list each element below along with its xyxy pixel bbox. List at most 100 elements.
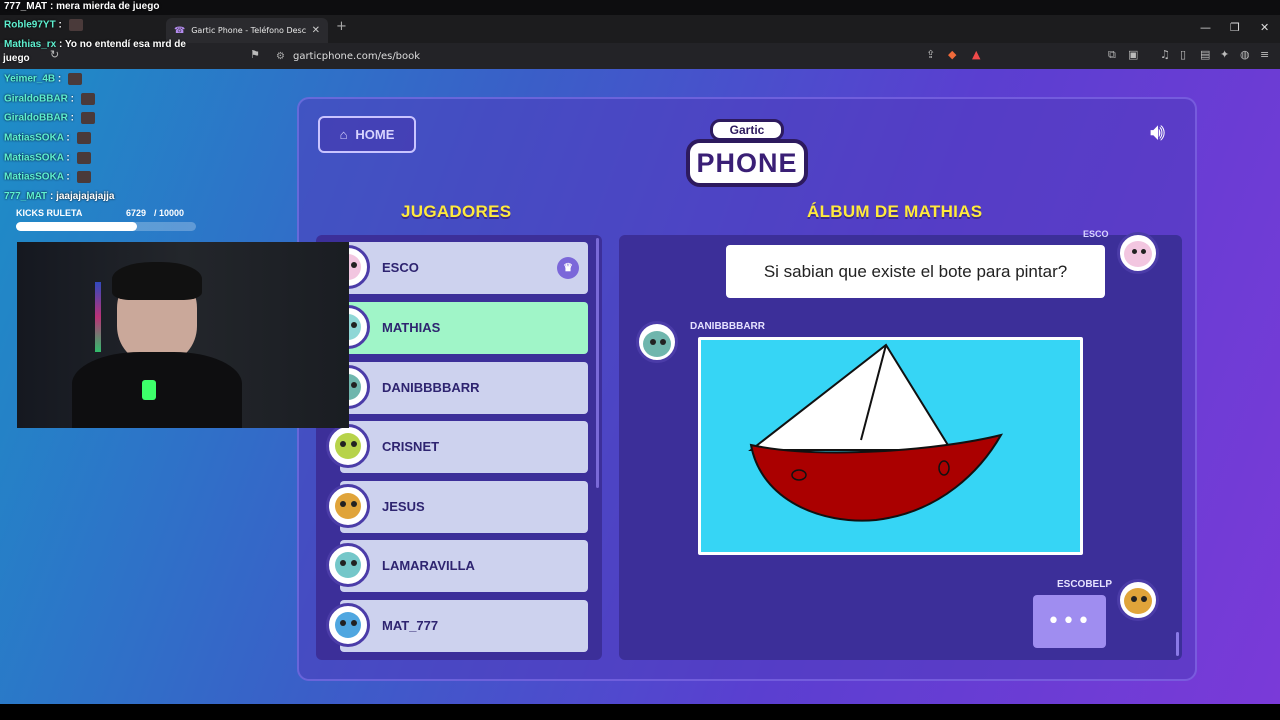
bookmark-icon[interactable]: ⚑ [250, 48, 260, 61]
chat-emote-icon [76, 152, 91, 164]
share-icon[interactable]: ⇪ [926, 48, 935, 61]
avatar-eye [351, 441, 357, 447]
avatar-eye [351, 501, 357, 507]
avatar-eye [351, 382, 357, 388]
avatar-eye [351, 262, 357, 268]
avatar-face [335, 433, 361, 459]
kicks-current: 6729 [126, 208, 147, 218]
screen: 777_MAT : mera mierda de juego ☎ Gartic … [0, 0, 1280, 720]
chat-separator: : [55, 73, 65, 85]
stream-top-bar [0, 0, 1280, 15]
chat-user: MatiasSOKA [4, 132, 64, 144]
chat-emote-icon [68, 73, 83, 85]
avatar-eye [351, 620, 357, 626]
avatar-face [335, 612, 361, 638]
minimize-icon[interactable]: — [1200, 21, 1211, 34]
sidebar-icon[interactable]: ▯ [1180, 48, 1186, 61]
kicks-goal: / 10000 [154, 208, 185, 218]
player-avatar [326, 424, 370, 468]
esco-avatar [1117, 232, 1159, 274]
bottom-bar [0, 704, 1280, 720]
maximize-icon[interactable]: ❐ [1230, 21, 1240, 34]
player-row[interactable]: ESCO ♛ [326, 242, 588, 294]
players-title: JUGADORES [401, 202, 512, 221]
player-row[interactable]: MAT_777 [326, 600, 588, 652]
home-label: HOME [355, 127, 395, 142]
album-title: ÁLBUM DE MATHIAS [807, 202, 983, 221]
chat-message: GiraldoBBAR : [4, 112, 95, 124]
player-row[interactable]: JESUS [326, 481, 588, 533]
chat-separator: : [63, 171, 73, 183]
brave-shield-icon[interactable]: ◆ [948, 48, 956, 61]
chat-separator: : [47, 191, 57, 202]
chat-user: MatiasSOKA [4, 152, 64, 164]
kicks-progress-bar [16, 222, 196, 231]
chat-emote-icon [76, 132, 91, 144]
player-avatar [326, 484, 370, 528]
avatar-eye [340, 501, 346, 507]
boat-drawing [748, 343, 1004, 522]
rewards-icon[interactable]: ▲ [972, 48, 980, 61]
kicks-ruleta-widget: KICKS RULETA 6729 / 10000 [16, 208, 196, 231]
chat-message: MatiasSOKA : [4, 132, 91, 144]
player-name: CRISNET [382, 439, 440, 454]
avatar-face [335, 552, 361, 578]
player-row[interactable]: DANIBBBBARR [326, 362, 588, 414]
chat-message: 777_MAT : jaajajajajajja [4, 191, 114, 202]
player-row[interactable]: MATHIAS [326, 302, 588, 354]
new-tab-icon[interactable]: + [336, 19, 347, 34]
player-avatar [326, 603, 370, 647]
chat-emote-icon [68, 19, 83, 31]
screenshot-icon[interactable]: ▣ [1128, 48, 1138, 61]
chat-user: Yeimer_4B [4, 73, 56, 85]
escobelp-avatar [1117, 579, 1159, 621]
chat-text: Yo no entendí esa mrd de [64, 39, 186, 50]
player-name: DANIBBBBARR [382, 380, 480, 395]
chat-emote-icon [80, 112, 95, 124]
sound-toggle-icon[interactable]: 🔊︎ [1150, 118, 1165, 146]
gartic-favicon-icon: ☎ [174, 25, 186, 36]
chat-separator: : [63, 152, 73, 164]
avatar-eye [340, 560, 346, 566]
players-scrollbar[interactable] [596, 238, 599, 488]
next-author-name: ESCOBELP [1057, 579, 1113, 590]
address-bar[interactable]: ⚙ garticphone.com/es/book [268, 47, 992, 66]
chat-user: GiraldoBBAR [4, 93, 68, 105]
chat-text: jaajajajajajja [56, 191, 115, 202]
leo-icon[interactable]: ✦ [1220, 48, 1229, 61]
kicks-label: KICKS RULETA [16, 208, 83, 218]
chat-separator: : [55, 19, 65, 31]
avatar-eye [340, 620, 346, 626]
player-row[interactable]: CRISNET [326, 421, 588, 473]
site-info-icon[interactable]: ⚙ [276, 51, 285, 62]
close-window-icon[interactable]: ✕ [1260, 21, 1269, 34]
album-scrollbar[interactable] [1176, 632, 1179, 656]
extensions-icon[interactable]: ⧉ [1108, 48, 1116, 62]
player-name: MAT_777 [382, 618, 439, 633]
chat-emote-icon [80, 93, 95, 105]
player-row[interactable]: LAMARAVILLA [326, 540, 588, 592]
browser-tab[interactable]: ☎ Gartic Phone - Teléfono Descom… ✕ [166, 18, 328, 43]
chat-separator: : [56, 39, 65, 50]
player-avatar [326, 543, 370, 587]
chat-message: MatiasSOKA : [4, 152, 91, 164]
chat-message: MatiasSOKA : [4, 171, 91, 183]
kicks-progress-fill [16, 222, 137, 231]
phrase-author-name: ESCO [1083, 229, 1109, 239]
media-icon[interactable]: ♫ [1160, 48, 1170, 61]
home-button[interactable]: ⌂ HOME [318, 116, 416, 153]
top-chat-message: 777_MAT : mera mierda de juego [4, 1, 160, 12]
chat-message: Yeimer_4B : [4, 73, 83, 85]
menu-icon[interactable]: ≡ [1260, 48, 1269, 61]
chat-user: Mathias_rx [4, 39, 57, 50]
chat-separator: : [67, 93, 77, 105]
player-name: JESUS [382, 499, 425, 514]
drawing-canvas [698, 337, 1083, 555]
close-tab-icon[interactable]: ✕ [312, 25, 320, 36]
wallet-icon[interactable]: ▤ [1200, 48, 1210, 61]
chat-text: juego [3, 53, 30, 64]
browser-tab-bar: ☎ Gartic Phone - Teléfono Descom… ✕ + — … [0, 15, 1280, 43]
vpn-icon[interactable]: ◍ [1240, 48, 1250, 61]
phrase-bubble: Si sabian que existe el bote para pintar… [726, 245, 1105, 298]
avatar-eye [351, 322, 357, 328]
